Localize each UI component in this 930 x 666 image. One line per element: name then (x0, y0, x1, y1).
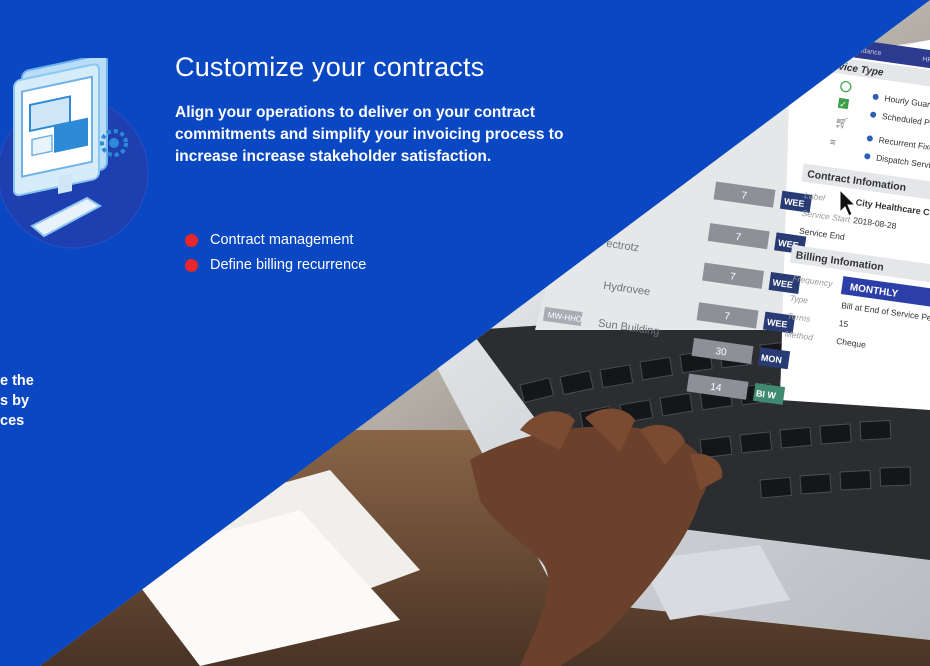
billing-label-4: Method (784, 329, 814, 343)
radio-icon-4 (864, 153, 871, 160)
billing-value-3: 15 (838, 318, 849, 329)
service-option-4: Dispatch Service M (876, 153, 930, 173)
bullet-dot-icon (185, 259, 198, 272)
table-num-text-5: 30 (715, 346, 728, 359)
table-name-3: ectrotz (606, 238, 640, 254)
table-header: Billin (600, 141, 625, 156)
billing-label-2: Type (789, 293, 809, 305)
hero-banner: Billin 7 WEE 7 WEE ectrotz 7 WEE Hydrove… (0, 0, 930, 666)
cart-icon: 🛒︎ (834, 116, 850, 130)
radio-icon-3 (866, 135, 873, 142)
bullet-dot-icon (185, 234, 198, 247)
left-text-fragment: e the s by ces (0, 371, 34, 431)
list-icon: ≡ (829, 137, 836, 149)
service-option-1: Hourly Guarding (884, 93, 930, 112)
table-num-text-6: 14 (710, 382, 723, 395)
radio-icon-1 (872, 93, 879, 100)
clock-icon (840, 81, 852, 93)
checkmark-icon: ✓ (839, 99, 848, 110)
radio-icon-2 (870, 111, 877, 118)
billing-value-4: Cheque (836, 336, 867, 350)
table-name-5: Sun Building (597, 318, 660, 338)
contract-value-2: 2018-08-28 (853, 215, 898, 231)
monitor-gear-icon (0, 58, 149, 249)
left-fragment-line: ces (0, 413, 25, 429)
list-item: Contract management (185, 228, 366, 253)
feature-label: Define billing recurrence (210, 257, 367, 273)
left-fragment-line: s by (0, 393, 30, 409)
list-item: Define billing recurrence (185, 253, 367, 278)
table-name-4: Hydrovee (603, 280, 651, 298)
page-title: Customize your contracts (175, 52, 485, 82)
feature-label: Contract management (210, 232, 354, 248)
service-option-3: Recurrent Fixed Co (878, 135, 930, 155)
service-option-2: Scheduled Patrols (Services) (881, 111, 930, 136)
lead-paragraph: Align your operations to deliver on your… (175, 104, 564, 165)
contract-label-2: Service Start (801, 208, 851, 225)
left-fragment-line: e the (0, 373, 34, 389)
mouse-cursor-icon (839, 188, 857, 217)
feature-list: Contract management Define billing recur… (185, 228, 367, 278)
